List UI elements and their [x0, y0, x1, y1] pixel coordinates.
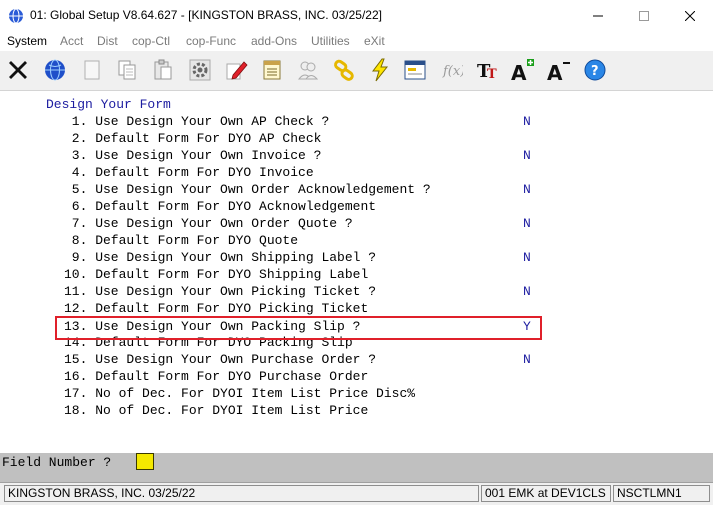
function-icon: f(x): [442, 64, 463, 79]
chain-link-icon: [334, 59, 354, 81]
globe-icon: [45, 59, 65, 81]
toolbar: f(x) TT A A ?: [0, 51, 713, 91]
menu-acct[interactable]: Acct: [60, 34, 83, 48]
minimize-icon: [593, 15, 603, 16]
font-increase-icon: A: [511, 59, 534, 82]
help-button[interactable]: ?: [581, 56, 609, 84]
blank-page-icon: [84, 60, 100, 80]
font-button[interactable]: TT: [473, 56, 501, 84]
font-tt-icon: TT: [477, 61, 497, 82]
font-decrease-icon: A: [547, 61, 570, 82]
field-line-11[interactable]: 11. Use Design Your Own Picking Ticket ?: [64, 284, 376, 299]
svg-text:A: A: [511, 61, 527, 82]
field-line-18[interactable]: 18. No of Dec. For DYOI Item List Price: [64, 403, 368, 418]
form-window-button[interactable]: [401, 56, 429, 84]
field-line-5[interactable]: 5. Use Design Your Own Order Acknowledge…: [64, 182, 431, 197]
globe-button[interactable]: [41, 56, 69, 84]
field-number-input[interactable]: [136, 453, 154, 470]
edit-button[interactable]: [222, 56, 250, 84]
help-icon: ?: [584, 59, 606, 81]
new-page-button[interactable]: [78, 56, 106, 84]
field-line-10[interactable]: 10. Default Form For DYO Shipping Label: [64, 267, 368, 282]
maximize-button[interactable]: [621, 0, 667, 31]
font-decrease-button[interactable]: A: [545, 56, 573, 84]
field-value-3[interactable]: N: [523, 148, 531, 163]
menu-dist[interactable]: Dist: [97, 34, 118, 48]
menu-utilities[interactable]: Utilities: [311, 34, 350, 48]
settings-button[interactable]: [186, 56, 214, 84]
field-value-11[interactable]: N: [523, 284, 531, 299]
status-bar: KINGSTON BRASS, INC. 03/25/22 001 EMK at…: [0, 482, 713, 505]
field-line-4[interactable]: 4. Default Form For DYO Invoice: [64, 165, 314, 180]
field-value-1[interactable]: N: [523, 114, 531, 129]
close-icon: [685, 10, 695, 21]
link-button[interactable]: [330, 56, 358, 84]
notepad-icon: [263, 60, 281, 80]
minimize-button[interactable]: [575, 0, 621, 31]
field-value-7[interactable]: N: [523, 216, 531, 231]
title-bar[interactable]: 01: Global Setup V8.64.627 - [KINGSTON B…: [0, 0, 713, 31]
svg-text:f(x): f(x): [442, 64, 463, 79]
field-line-9[interactable]: 9. Use Design Your Own Shipping Label ?: [64, 250, 376, 265]
svg-text:?: ?: [591, 64, 599, 79]
close-x-button[interactable]: [4, 56, 32, 84]
paste-icon: [154, 59, 172, 80]
highlight-box: [55, 316, 542, 340]
field-value-9[interactable]: N: [523, 250, 531, 265]
settings-gear-icon: [189, 59, 211, 81]
close-x-icon: [9, 61, 27, 79]
menu-cop-func[interactable]: cop-Func: [186, 34, 236, 48]
function-button[interactable]: f(x): [437, 56, 465, 84]
field-line-12[interactable]: 12. Default Form For DYO Picking Ticket: [64, 301, 368, 316]
field-line-1[interactable]: 1. Use Design Your Own AP Check ?: [64, 114, 329, 129]
field-line-17[interactable]: 17. No of Dec. For DYOI Item List Price …: [64, 386, 415, 401]
lightning-icon: [372, 58, 389, 82]
field-line-3[interactable]: 3. Use Design Your Own Invoice ?: [64, 148, 322, 163]
field-line-15[interactable]: 15. Use Design Your Own Purchase Order ?: [64, 352, 376, 367]
field-line-6[interactable]: 6. Default Form For DYO Acknowledgement: [64, 199, 376, 214]
field-line-2[interactable]: 2. Default Form For DYO AP Check: [64, 131, 322, 146]
field-line-8[interactable]: 8. Default Form For DYO Quote: [64, 233, 298, 248]
edit-pencil-icon: [226, 61, 248, 80]
field-value-5[interactable]: N: [523, 182, 531, 197]
field-line-7[interactable]: 7. Use Design Your Own Order Quote ?: [64, 216, 353, 231]
svg-text:A: A: [547, 61, 563, 82]
form-heading: Design Your Form: [46, 97, 171, 112]
font-increase-button[interactable]: A: [509, 56, 537, 84]
prompt-label: Field Number ?: [2, 455, 112, 470]
maximize-icon: [639, 10, 649, 21]
lightning-button[interactable]: [366, 56, 394, 84]
menu-add-ons[interactable]: add-Ons: [251, 34, 297, 48]
close-window-button[interactable]: [667, 0, 713, 31]
copy-icon: [118, 60, 136, 80]
users-icon: [297, 61, 319, 80]
status-session: 001 EMK at DEV1CLS: [481, 485, 611, 502]
notepad-button[interactable]: [258, 56, 286, 84]
window-form-icon: [404, 60, 426, 80]
menu-exit[interactable]: eXit: [364, 34, 385, 48]
menu-bar: System Acct Dist cop-Ctl cop-Func add-On…: [0, 31, 713, 51]
svg-text:T: T: [487, 67, 497, 82]
app-globe-icon: [9, 8, 23, 24]
status-company: KINGSTON BRASS, INC. 03/25/22: [4, 485, 479, 502]
copy-button[interactable]: [113, 56, 141, 84]
menu-cop-ctl[interactable]: cop-Ctl: [132, 34, 170, 48]
menu-system[interactable]: System: [7, 34, 47, 48]
field-line-16[interactable]: 16. Default Form For DYO Purchase Order: [64, 369, 368, 384]
status-program: NSCTLMN1: [613, 485, 710, 502]
paste-button[interactable]: [149, 56, 177, 84]
users-button[interactable]: [294, 56, 322, 84]
field-value-15[interactable]: N: [523, 352, 531, 367]
window-title: 01: Global Setup V8.64.627 - [KINGSTON B…: [30, 8, 382, 22]
